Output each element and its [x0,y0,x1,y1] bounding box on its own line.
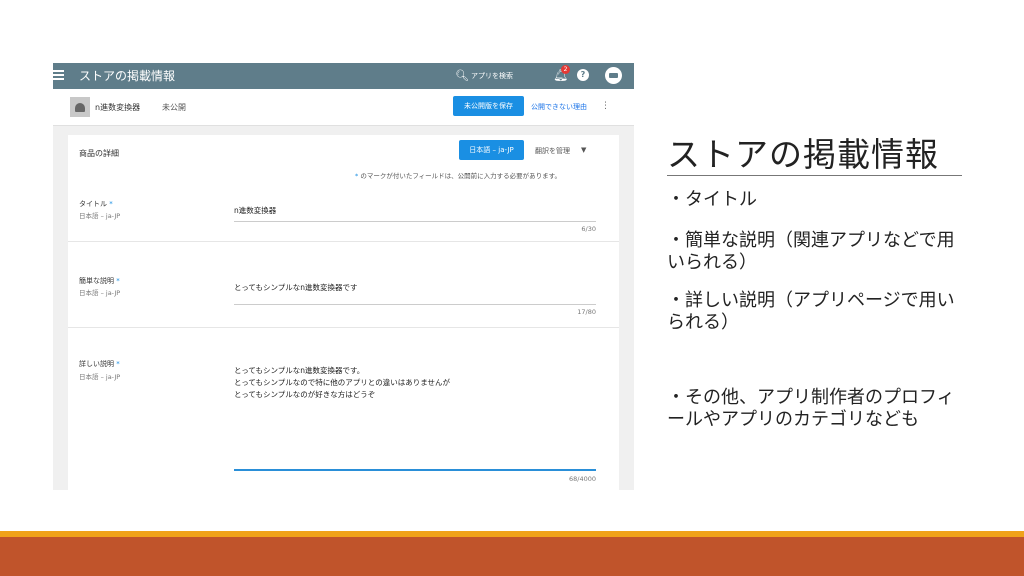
search-input[interactable]: アプリを検索 [471,71,513,81]
title-locale: 日本語 – ja-JP [79,212,121,220]
short-description-label: 簡単な説明 * [79,276,120,286]
full-description-label: 詳しい説明 * [79,359,120,369]
bullet-item: ・簡単な説明（関連アプリなどで用いられる） [667,230,955,273]
top-app-bar: ストアの掲載情報 🔍︎ アプリを検索 🔔︎ 2 ? [53,63,634,89]
save-draft-button[interactable]: 未公開版を保存 [453,96,524,116]
required-star: * [116,360,120,368]
app-status: 未公開 [162,103,186,112]
manage-translations-dropdown[interactable]: 翻訳を管理 [535,146,570,156]
short-description-field[interactable]: とってもシンプルなn進数変換器です [234,282,358,294]
slide-title: ストアの掲載情報 [667,135,939,174]
divider [68,327,619,328]
title-char-count: 6/30 [581,225,596,233]
short-description-locale: 日本語 – ja-JP [79,289,121,297]
language-button[interactable]: 日本語 – ja-JP [459,140,524,160]
divider [68,241,619,242]
full-description-field[interactable]: とってもシンプルなn進数変換器です。 とってもシンプルなので特に他のアプリとの違… [234,365,450,401]
product-details-card: 商品の詳細 日本語 – ja-JP 翻訳を管理 ▼ * のマークが付いたフィール… [68,135,619,490]
required-star: * [116,277,120,285]
app-name: n進数変換器 [95,103,141,112]
menu-icon[interactable] [53,70,64,80]
page-title: ストアの掲載情報 [79,69,176,83]
full-description-underline [234,469,596,471]
title-label: タイトル * [79,199,113,209]
app-header: n進数変換器 未公開 未公開版を保存 公開できない理由 ⋮ [53,89,634,126]
short-description-underline [234,304,596,305]
required-note-text: のマークが付いたフィールドは、公開前に入力する必要があります。 [358,172,562,180]
short-description-label-text: 簡単な説明 [79,277,114,285]
required-star: * [109,200,113,208]
title-underline [234,221,596,222]
android-app-icon [70,97,90,117]
search-icon[interactable]: 🔍︎ [455,69,469,82]
bullet-item: ・タイトル [667,189,757,210]
chevron-down-icon[interactable]: ▼ [581,146,586,154]
short-description-char-count: 17/80 [577,308,596,316]
title-underline [667,175,962,176]
bullet-item: ・その他、アプリ制作者のプロフィールやアプリのカテゴリなども [667,387,955,430]
footer-bar [0,537,1024,576]
full-description-label-text: 詳しい説明 [79,360,114,368]
more-vert-icon[interactable]: ⋮ [601,101,610,111]
play-console-screenshot: ストアの掲載情報 🔍︎ アプリを検索 🔔︎ 2 ? n進数変換器 未公開 未公開… [53,63,634,490]
why-cannot-publish-link[interactable]: 公開できない理由 [531,102,587,112]
title-field[interactable]: n進数変換器 [234,205,276,217]
required-note: * のマークが付いたフィールドは、公開前に入力する必要があります。 [355,170,561,180]
bullet-item: ・詳しい説明（アプリページで用いられる） [667,290,955,333]
section-title: 商品の詳細 [79,149,119,158]
help-icon[interactable]: ? [577,69,589,81]
full-description-locale: 日本語 – ja-JP [79,373,121,381]
account-icon[interactable] [605,67,622,84]
full-description-char-count: 68/4000 [568,475,596,483]
title-label-text: タイトル [79,200,107,208]
notification-badge: 2 [561,65,570,74]
